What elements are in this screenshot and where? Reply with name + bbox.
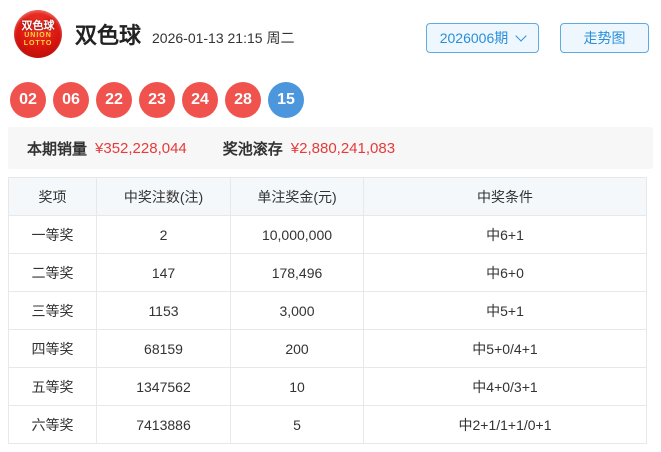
table-cell: 中4+0/3+1 bbox=[363, 367, 647, 406]
table-cell: 五等奖 bbox=[8, 367, 97, 406]
red-ball: 23 bbox=[139, 82, 175, 118]
red-ball: 24 bbox=[182, 82, 218, 118]
table-cell: 68159 bbox=[96, 329, 231, 368]
table-row: 五等奖 1347562 10 中4+0/3+1 bbox=[8, 367, 647, 406]
sales-label: 本期销量 bbox=[27, 140, 88, 158]
table-cell: 178,496 bbox=[230, 253, 364, 292]
issue-selector-label: 2026006期 bbox=[439, 30, 509, 46]
pool-value: ¥2,880,241,083 bbox=[290, 139, 396, 157]
table-cell: 一等奖 bbox=[8, 215, 97, 254]
red-ball: 28 bbox=[225, 82, 261, 118]
table-row: 二等奖 147 178,496 中6+0 bbox=[8, 253, 647, 292]
table-cell: 147 bbox=[96, 253, 231, 292]
table-cell: 中5+0/4+1 bbox=[363, 329, 647, 368]
prize-table-header-row: 奖项 中奖注数(注) 单注奖金(元) 中奖条件 bbox=[8, 177, 647, 216]
logo-text-lotto: LOTTO bbox=[23, 39, 53, 47]
table-cell: 10 bbox=[230, 367, 364, 406]
page-title: 双色球 bbox=[75, 23, 142, 48]
table-cell: 10,000,000 bbox=[230, 215, 364, 254]
pool-label: 奖池滚存 bbox=[222, 140, 283, 158]
table-cell: 六等奖 bbox=[8, 405, 97, 444]
column-header-amount: 单注奖金(元) bbox=[230, 177, 364, 216]
red-ball: 22 bbox=[96, 82, 132, 118]
table-cell: 7413886 bbox=[96, 405, 231, 444]
red-ball: 06 bbox=[53, 82, 89, 118]
prize-table: 奖项 中奖注数(注) 单注奖金(元) 中奖条件 一等奖 2 10,000,000… bbox=[8, 177, 647, 444]
red-ball: 02 bbox=[10, 82, 46, 118]
table-cell: 1347562 bbox=[96, 367, 231, 406]
header-actions: 2026006期 走势图 bbox=[426, 23, 649, 53]
table-cell: 二等奖 bbox=[8, 253, 97, 292]
table-cell: 5 bbox=[230, 405, 364, 444]
logo-text-cn: 双色球 bbox=[21, 19, 55, 32]
table-row: 四等奖 68159 200 中5+0/4+1 bbox=[8, 329, 647, 368]
sales-info-bar: 本期销量 ¥352,228,044 奖池滚存 ¥2,880,241,083 bbox=[8, 127, 653, 169]
table-cell: 中6+1 bbox=[363, 215, 647, 254]
chevron-down-icon bbox=[515, 30, 527, 42]
table-row: 三等奖 1153 3,000 中5+1 bbox=[8, 291, 647, 330]
trend-chart-label: 走势图 bbox=[583, 30, 626, 46]
table-cell: 中2+1/1+1/0+1 bbox=[363, 405, 647, 444]
column-header-prize: 奖项 bbox=[8, 177, 97, 216]
logo-text-union: UNION bbox=[24, 32, 52, 40]
table-cell: 2 bbox=[96, 215, 231, 254]
table-cell: 三等奖 bbox=[8, 291, 97, 330]
table-row: 六等奖 7413886 5 中2+1/1+1/0+1 bbox=[8, 405, 647, 444]
table-cell: 1153 bbox=[96, 291, 231, 330]
winning-numbers: 02 06 22 23 24 28 15 bbox=[0, 58, 661, 118]
union-lotto-logo: 双色球 UNION LOTTO bbox=[14, 10, 62, 58]
issue-selector-dropdown[interactable]: 2026006期 bbox=[426, 23, 539, 53]
table-cell: 四等奖 bbox=[8, 329, 97, 368]
table-cell: 3,000 bbox=[230, 291, 364, 330]
column-header-winners: 中奖注数(注) bbox=[96, 177, 231, 216]
sales-value: ¥352,228,044 bbox=[95, 139, 187, 157]
page-header: 双色球 UNION LOTTO 双色球 2026-01-13 21:15 周二 … bbox=[0, 0, 661, 58]
trend-chart-button[interactable]: 走势图 bbox=[560, 23, 649, 53]
table-row: 一等奖 2 10,000,000 中6+1 bbox=[8, 215, 647, 254]
blue-ball: 15 bbox=[268, 82, 304, 118]
table-cell: 200 bbox=[230, 329, 364, 368]
draw-datetime: 2026-01-13 21:15 周二 bbox=[152, 29, 295, 46]
table-cell: 中6+0 bbox=[363, 253, 647, 292]
table-cell: 中5+1 bbox=[363, 291, 647, 330]
column-header-condition: 中奖条件 bbox=[363, 177, 647, 216]
